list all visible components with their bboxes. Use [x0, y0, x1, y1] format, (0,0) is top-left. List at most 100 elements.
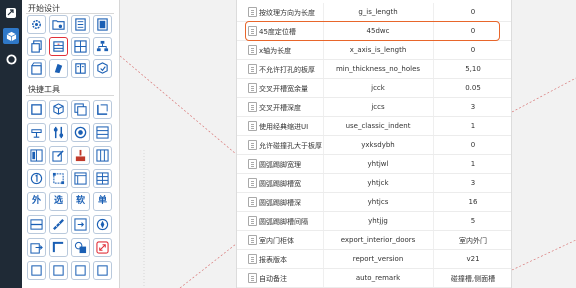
ring-icon[interactable]: [3, 51, 19, 67]
param-row[interactable]: 室内门柜体 export_interior_doors 室内外门: [237, 231, 511, 250]
param-value[interactable]: 3: [433, 103, 511, 111]
shelf-icon[interactable]: [93, 123, 112, 142]
box-open-icon[interactable]: [27, 59, 46, 78]
param-name: 自动备注: [259, 275, 287, 283]
cube-check-icon[interactable]: [93, 59, 112, 78]
param-row[interactable]: 圆弧踢脚槽间隔 yhtjjg 5: [237, 212, 511, 231]
book-icon[interactable]: [71, 59, 90, 78]
brush-icon[interactable]: [71, 146, 90, 165]
split-icon[interactable]: [27, 215, 46, 234]
folder-gear-icon[interactable]: [49, 15, 68, 34]
param-key: export_interior_doors: [340, 236, 416, 244]
param-row[interactable]: 按纹理方向为长度 g_is_length 0: [237, 3, 511, 22]
param-row[interactable]: 交叉开槽宽余量 jcck 0.05: [237, 79, 511, 98]
param-doc-icon: [248, 102, 257, 112]
corner-icon[interactable]: [49, 238, 68, 257]
cabinet-grid-icon[interactable]: [71, 37, 90, 56]
share-icon[interactable]: [3, 5, 19, 21]
param-doc-icon: [248, 7, 257, 17]
section-divider: [26, 13, 114, 14]
edit-panel-icon[interactable]: [49, 146, 68, 165]
param-value[interactable]: 室内外门: [433, 236, 511, 246]
single-tool-button[interactable]: 单: [93, 192, 112, 211]
tool-palette: 开始设计 快捷工具 外 选 软 单: [22, 0, 120, 288]
param-doc-icon: [248, 140, 257, 150]
param-key: 45dwc: [366, 27, 390, 35]
cube-3d-icon[interactable]: [49, 100, 68, 119]
param-row[interactable]: 使用经典缩进UI use_classic_indent 1: [237, 117, 511, 136]
resize-icon[interactable]: [93, 238, 112, 257]
param-value[interactable]: 0: [433, 141, 511, 149]
param-value[interactable]: 5: [433, 217, 511, 225]
param-doc-icon: [248, 159, 257, 169]
param-value[interactable]: 1: [433, 160, 511, 168]
tools-icon[interactable]: [49, 123, 68, 142]
cube-icon[interactable]: [3, 28, 19, 44]
ruler-icon[interactable]: [49, 215, 68, 234]
param-doc-icon: [248, 254, 257, 264]
param-name: 交叉开槽宽余量: [259, 85, 308, 93]
door-icon[interactable]: [27, 146, 46, 165]
param-key: g_is_length: [358, 8, 398, 16]
param-value[interactable]: v21: [433, 255, 511, 263]
param-value[interactable]: 5,10: [433, 65, 511, 73]
arrow-box-icon[interactable]: [71, 215, 90, 234]
param-key: use_classic_indent: [345, 122, 411, 130]
extra-tool-button[interactable]: [49, 261, 68, 280]
shapes-icon[interactable]: [71, 238, 90, 257]
extra-tool-button[interactable]: [93, 261, 112, 280]
param-row[interactable]: 圆弧踢脚槽宽 yhtjck 3: [237, 174, 511, 193]
param-value[interactable]: 0: [433, 8, 511, 16]
soft-tool-button[interactable]: 软: [71, 192, 90, 211]
param-row[interactable]: 圆弧踢脚宽理 yhtjwl 1: [237, 155, 511, 174]
drawer-icon[interactable]: [49, 37, 68, 56]
param-value[interactable]: 碰撞槽,侧面槽: [433, 274, 511, 284]
frame-icon[interactable]: [93, 100, 112, 119]
param-row[interactable]: 允许碰撞孔大于板厚 yxksdybh 0: [237, 136, 511, 155]
param-doc-icon: [248, 83, 257, 93]
param-row[interactable]: 交叉开槽深度 jccs 3: [237, 98, 511, 117]
param-row[interactable]: x轴为长度 x_axis_is_length 0: [237, 41, 511, 60]
outer-tool-button[interactable]: 外: [27, 192, 46, 211]
select-tool-button[interactable]: 选: [49, 192, 68, 211]
box-icon[interactable]: [27, 100, 46, 119]
param-doc-icon: [248, 121, 257, 131]
table-icon[interactable]: [93, 169, 112, 188]
param-value[interactable]: 16: [433, 198, 511, 206]
panel-icon[interactable]: [71, 15, 90, 34]
param-row[interactable]: 圆弧踢脚槽深 yhtjcs 16: [237, 193, 511, 212]
param-row[interactable]: 报表版本 report_version v21: [237, 250, 511, 269]
export-icon[interactable]: [27, 238, 46, 257]
grid-icon[interactable]: [71, 169, 90, 188]
compass-icon[interactable]: [93, 215, 112, 234]
param-doc-icon: [248, 197, 257, 207]
param-value[interactable]: 1: [433, 122, 511, 130]
hierarchy-icon[interactable]: [93, 37, 112, 56]
param-row[interactable]: 自动备注 auto_remark 碰撞槽,侧面槽: [237, 269, 511, 288]
section-quick-tools-title: 快捷工具: [28, 85, 60, 94]
left-icon-strip: [0, 0, 22, 288]
circle-target-icon[interactable]: [71, 123, 90, 142]
param-value[interactable]: 3: [433, 179, 511, 187]
extra-tool-button[interactable]: [71, 261, 90, 280]
drill-icon[interactable]: [27, 123, 46, 142]
gear-icon[interactable]: [27, 15, 46, 34]
door-panel-icon[interactable]: [93, 15, 112, 34]
extra-tool-button[interactable]: [27, 261, 46, 280]
rotate-icon[interactable]: [49, 59, 68, 78]
param-doc-icon: [248, 64, 257, 74]
param-name: 报表版本: [259, 256, 287, 264]
param-row[interactable]: 45度定位槽 45dwc 0: [237, 22, 511, 41]
param-doc-icon: [248, 178, 257, 188]
param-row[interactable]: 不允许打孔的板厚 min_thickness_no_holes 5,10: [237, 60, 511, 79]
wardrobe-icon[interactable]: [93, 146, 112, 165]
copy-icon[interactable]: [27, 37, 46, 56]
param-doc-icon: [248, 45, 257, 55]
param-value[interactable]: 0: [433, 27, 511, 35]
param-value[interactable]: 0: [433, 46, 511, 54]
param-doc-icon: [248, 235, 257, 245]
rectangle-select-icon[interactable]: [49, 169, 68, 188]
number-one-icon[interactable]: [27, 169, 46, 188]
layers-icon[interactable]: [71, 100, 90, 119]
param-value[interactable]: 0.05: [433, 84, 511, 92]
